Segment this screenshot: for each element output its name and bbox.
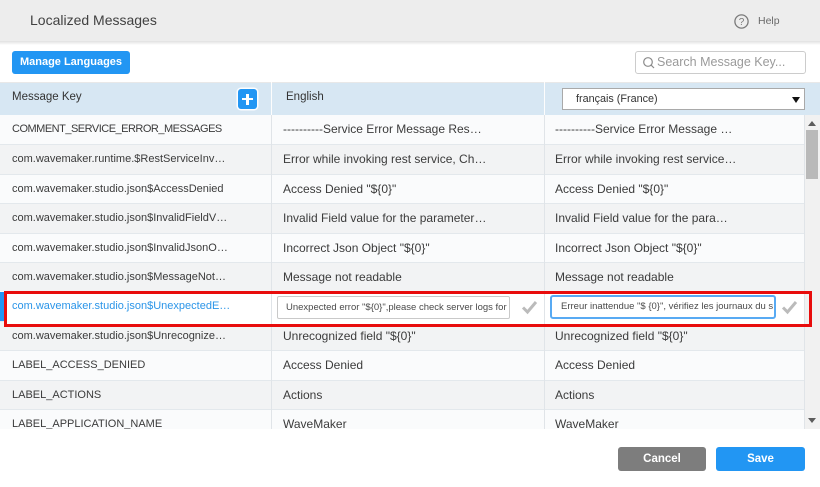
svg-text:?: ? <box>739 17 745 28</box>
